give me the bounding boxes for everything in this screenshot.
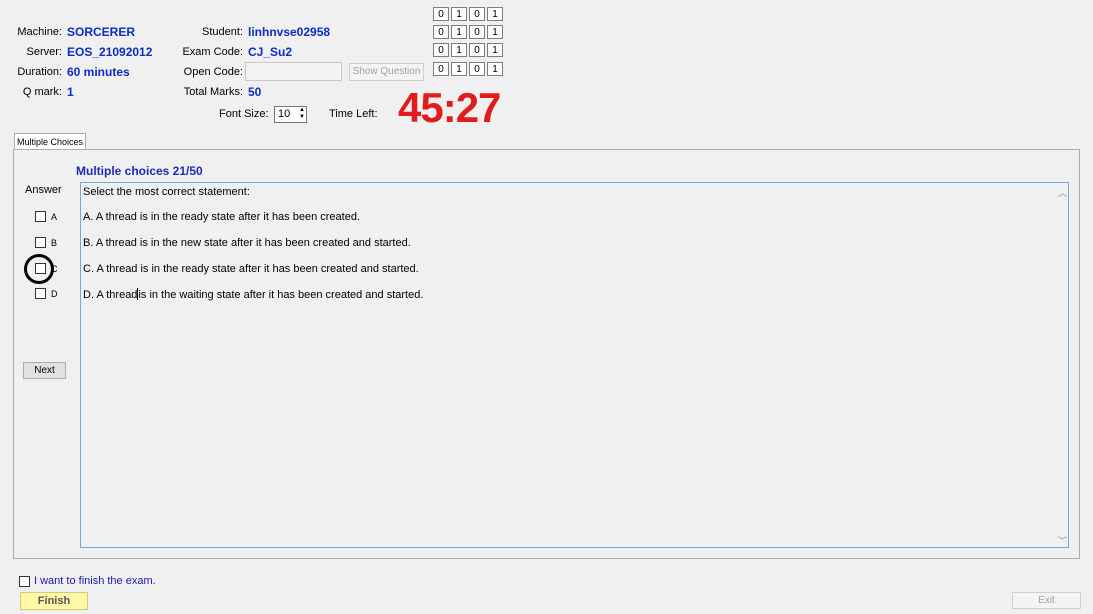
- option-c-text: C. A thread is in the ready state after …: [83, 263, 419, 275]
- qmark-label: Q mark:: [22, 86, 62, 98]
- time-left-label: Time Left:: [329, 108, 378, 120]
- bit-cell: 1: [451, 43, 467, 57]
- font-size-value: 10: [278, 108, 291, 120]
- bit-cell: 0: [469, 25, 485, 39]
- answer-checkbox-b[interactable]: [35, 237, 46, 248]
- answer-label-b: B: [51, 238, 58, 248]
- bit-cell: 1: [487, 7, 503, 21]
- bit-cell: 0: [469, 7, 485, 21]
- server-value: EOS_21092012: [67, 45, 153, 59]
- answer-checkbox-d[interactable]: [35, 288, 46, 299]
- bit-row-3: 0 1 0 1: [433, 43, 505, 59]
- bit-cell: 0: [433, 43, 449, 57]
- exam-code-label: Exam Code:: [182, 46, 243, 58]
- exit-button[interactable]: Exit: [1012, 592, 1081, 609]
- bit-cell: 0: [433, 7, 449, 21]
- answer-label-d: D: [51, 289, 58, 299]
- font-size-spinner[interactable]: 10 ▲ ▼: [274, 106, 307, 123]
- tab-multiple-choices[interactable]: Multiple Choices: [14, 133, 86, 149]
- student-value: linhnvse02958: [248, 25, 331, 39]
- option-a-text: A. A thread is in the ready state after …: [83, 211, 361, 223]
- open-code-label: Open Code:: [183, 66, 243, 78]
- bit-row-2: 0 1 0 1: [433, 25, 505, 41]
- bit-cell: 1: [451, 25, 467, 39]
- bit-cell: 1: [451, 7, 467, 21]
- finish-button[interactable]: Finish: [20, 592, 88, 610]
- question-title: Multiple choices 21/50: [76, 164, 203, 178]
- machine-label: Machine:: [17, 26, 62, 38]
- server-label: Server:: [26, 46, 62, 58]
- bit-row-1: 0 1 0 1: [433, 7, 505, 23]
- total-marks-value: 50: [248, 85, 262, 99]
- bit-cell: 1: [487, 62, 503, 76]
- show-question-button[interactable]: Show Question: [349, 63, 424, 81]
- bit-cell: 0: [469, 62, 485, 76]
- highlight-circle: [24, 254, 54, 284]
- bit-cell: 1: [487, 43, 503, 57]
- bit-cell: 1: [487, 25, 503, 39]
- exam-code-value: CJ_Su2: [248, 45, 293, 59]
- scroll-down-icon[interactable]: ﹀: [1058, 534, 1067, 547]
- bit-cell: 0: [469, 43, 485, 57]
- answer-checkbox-a[interactable]: [35, 211, 46, 222]
- spinner-up-icon[interactable]: ▲: [299, 107, 305, 114]
- bit-cell: 0: [433, 25, 449, 39]
- finish-exam-checkbox[interactable]: [19, 576, 30, 587]
- option-d-text: D. A threadis in the waiting state after…: [83, 288, 423, 301]
- option-b-text: B. A thread is in the new state after it…: [83, 237, 411, 249]
- question-prompt: Select the most correct statement:: [83, 186, 250, 198]
- qmark-value: 1: [67, 85, 74, 99]
- timer-display: 45:27: [398, 84, 501, 131]
- answer-label: Answer: [25, 184, 62, 196]
- bit-cell: 1: [451, 62, 467, 76]
- option-d-text-after: is in the waiting state after it has bee…: [138, 289, 424, 301]
- total-marks-label: Total Marks:: [183, 86, 243, 98]
- option-d-text-before: D. A thread: [83, 289, 138, 301]
- duration-label: Duration:: [17, 66, 62, 78]
- open-code-input[interactable]: [245, 62, 342, 81]
- answer-label-a: A: [51, 212, 58, 222]
- bit-cell: 0: [433, 62, 449, 76]
- font-size-label: Font Size:: [219, 108, 269, 120]
- duration-value: 60 minutes: [67, 65, 130, 79]
- bit-row-4: 0 1 0 1: [433, 62, 505, 78]
- student-label: Student:: [202, 26, 243, 38]
- spinner-down-icon[interactable]: ▼: [299, 114, 305, 121]
- next-button[interactable]: Next: [23, 362, 66, 379]
- scroll-up-icon[interactable]: ︿: [1058, 186, 1067, 199]
- machine-value: SORCERER: [67, 25, 136, 39]
- finish-exam-label: I want to finish the exam.: [34, 575, 156, 587]
